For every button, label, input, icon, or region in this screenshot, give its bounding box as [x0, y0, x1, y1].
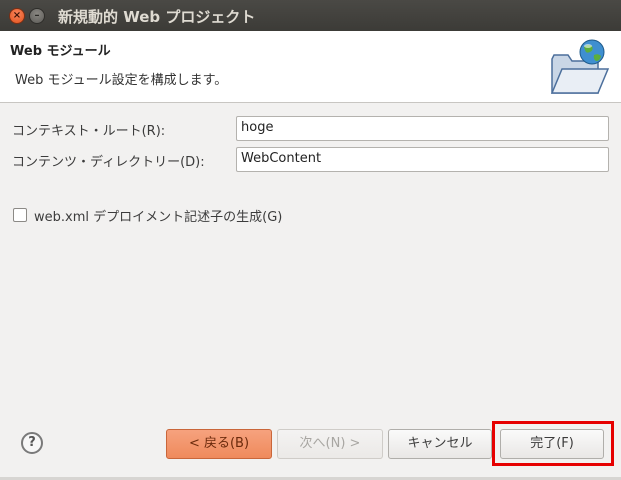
context-root-label: コンテキスト・ルート(R): — [12, 124, 166, 139]
help-icon[interactable]: ? — [21, 432, 43, 454]
close-icon: × — [12, 10, 22, 21]
next-button[interactable]: 次へ(N) > — [277, 429, 383, 459]
generate-web-xml-option[interactable]: web.xml デプロイメント記述子の生成(G) — [13, 206, 333, 226]
minimize-icon: – — [34, 10, 40, 21]
finish-highlight-box — [492, 421, 614, 466]
folder-globe-icon — [550, 39, 610, 94]
wizard-banner: Web モジュール Web モジュール設定を構成します。 — [0, 31, 621, 103]
context-root-input[interactable]: hoge — [236, 116, 609, 141]
close-window-button[interactable]: × — [9, 8, 25, 24]
minimize-window-button[interactable]: – — [29, 8, 45, 24]
context-root-row: コンテキスト・ルート(R): hoge — [0, 116, 621, 142]
content-dir-label: コンテンツ・ディレクトリー(D): — [12, 155, 205, 170]
page-description: Web モジュール設定を構成します。 — [15, 73, 228, 88]
title-bar: × – 新規動的 Web プロジェクト — [0, 0, 621, 31]
generate-web-xml-label: web.xml デプロイメント記述子の生成(G) — [34, 210, 283, 225]
page-title: Web モジュール — [10, 44, 111, 59]
cancel-button[interactable]: キャンセル — [388, 429, 492, 459]
content-dir-input[interactable]: WebContent — [236, 147, 609, 172]
window-title: 新規動的 Web プロジェクト — [58, 8, 256, 26]
content-dir-row: コンテンツ・ディレクトリー(D): WebContent — [0, 147, 621, 173]
back-button[interactable]: < 戻る(B) — [166, 429, 272, 459]
generate-web-xml-checkbox[interactable] — [13, 208, 27, 222]
